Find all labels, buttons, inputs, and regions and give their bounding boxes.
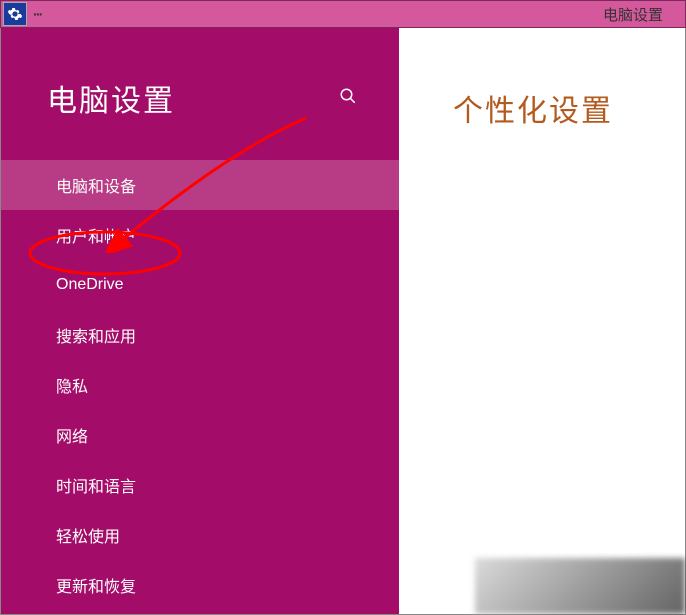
nav-item-5[interactable]: 网络 [1,410,399,460]
nav-item-label: 电脑和设备 [56,173,136,197]
nav-item-label: 时间和语言 [56,473,136,497]
nav-item-1[interactable]: 用户和帐户 [1,210,399,260]
content-title: 个性化设置 [453,86,685,130]
nav-item-2[interactable]: OneDrive [1,260,399,310]
nav-item-label: 轻松使用 [56,523,120,547]
gear-icon [7,6,23,22]
search-button[interactable] [339,87,357,110]
nav-item-6[interactable]: 时间和语言 [1,460,399,510]
body: 电脑设置 电脑和设备用户和帐户 OneDrive 搜索和应用隐私网络时间和语言轻松使… [0,28,686,615]
nav-item-0[interactable]: 电脑和设备 [1,160,399,210]
window-title: 电脑设置 [603,4,663,25]
thumbnail-preview [475,558,685,614]
nav-item-3[interactable]: 搜索和应用 [1,310,399,360]
nav-item-8[interactable]: 更新和恢复 [1,560,399,610]
settings-app-icon[interactable] [3,2,27,26]
search-icon [339,87,357,105]
nav-list: 电脑和设备用户和帐户 OneDrive 搜索和应用隐私网络时间和语言轻松使用更新和恢… [1,160,399,610]
sidebar-header: 电脑设置 [1,76,399,120]
nav-item-4[interactable]: 隐私 [1,360,399,410]
nav-item-label: 网络 [56,423,88,447]
sidebar-title: 电脑设置 [47,76,175,120]
nav-item-label: 搜索和应用 [56,323,136,347]
sidebar: 电脑设置 电脑和设备用户和帐户 OneDrive 搜索和应用隐私网络时间和语言轻松使… [1,28,399,614]
nav-item-7[interactable]: 轻松使用 [1,510,399,560]
nav-item-label: 更新和恢复 [56,573,136,597]
titlebar: ∙∙∙ 电脑设置 [0,0,686,28]
nav-item-label: OneDrive [56,276,124,294]
nav-item-label: 用户和帐户 [56,223,136,247]
nav-item-label: 隐私 [56,373,88,397]
content-pane: 个性化设置 [399,28,685,614]
title-overflow-dots[interactable]: ∙∙∙ [33,6,42,22]
